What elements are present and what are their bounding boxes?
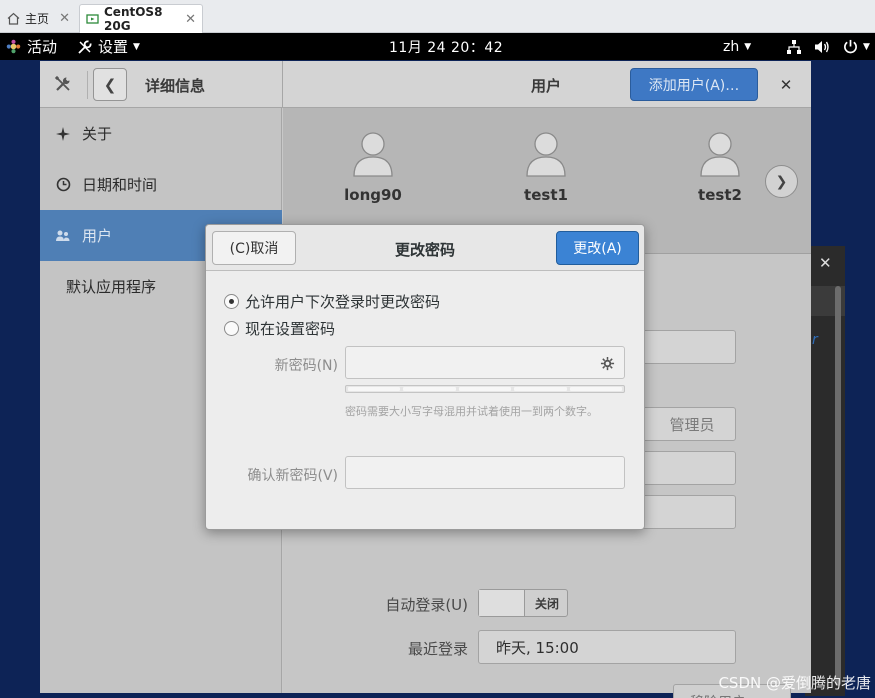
generate-password-gear-icon[interactable] xyxy=(599,355,615,371)
activities-button[interactable]: 活动 xyxy=(6,33,57,60)
chevron-down-icon: ▼ xyxy=(133,41,140,52)
confirm-password-label: 确认新密码(V) xyxy=(247,468,338,484)
new-password-label: 新密码(N) xyxy=(274,358,338,374)
user-name: test1 xyxy=(524,186,568,204)
gnome-top-bar: 活动 设置 ▼ 11月 24 20：42 zh ▼ ▼ xyxy=(0,33,875,60)
toggle-knob xyxy=(479,590,525,616)
volume-icon[interactable] xyxy=(814,33,831,60)
avatar xyxy=(524,130,568,178)
change-password-dialog: (C)取消 更改密码 更改(A) 允许用户下次登录时更改密码 现在设置密码 新密… xyxy=(205,224,645,530)
radio-set-now[interactable]: 现在设置密码 xyxy=(224,318,335,339)
tab-home-label: 主页 xyxy=(25,12,50,26)
radio-allow-change[interactable]: 允许用户下次登录时更改密码 xyxy=(224,291,440,312)
toggle-state: 关闭 xyxy=(534,597,559,611)
chevron-down-icon: ▼ xyxy=(863,41,870,52)
clock-icon xyxy=(54,177,72,192)
tools-icon xyxy=(77,39,93,55)
settings-tools-icon xyxy=(54,75,72,93)
cancel-button[interactable]: (C)取消 xyxy=(212,231,296,265)
lastlogin-button[interactable]: 昨天, 15:00 xyxy=(478,630,736,664)
watermark: CSDN @爱倒腾的老唐 xyxy=(718,674,871,692)
password-hint: 密码需要大小写字母混用并试着使用一到两个数字。 xyxy=(345,405,598,418)
scrollbar[interactable] xyxy=(835,286,841,686)
page-title: 用户 xyxy=(531,77,562,95)
header-separator xyxy=(87,71,88,99)
user-tile-long90[interactable]: long90 xyxy=(333,130,413,204)
sidebar-item-datetime[interactable]: 日期和时间 xyxy=(40,159,282,210)
radio-set-now-label: 现在设置密码 xyxy=(245,320,336,338)
language-indicator[interactable]: zh ▼ xyxy=(723,33,751,60)
sidebar-item-label: 关于 xyxy=(82,125,113,143)
autologin-toggle[interactable]: 关闭 xyxy=(478,589,568,617)
users-icon xyxy=(54,229,72,243)
sidebar-item-label: 默认应用程序 xyxy=(66,278,157,296)
strength-segment xyxy=(348,387,401,391)
clock[interactable]: 11月 24 20：42 xyxy=(389,33,503,60)
add-user-button[interactable]: 添加用户(A)… xyxy=(630,68,758,101)
autologin-label: 自动登录(U) xyxy=(385,596,468,614)
strength-segment xyxy=(514,387,567,391)
radio-allow-label: 允许用户下次登录时更改密码 xyxy=(245,293,441,311)
lastlogin-value: 昨天, 15:00 xyxy=(496,638,579,657)
user-name: test2 xyxy=(698,186,742,204)
header-divider xyxy=(282,61,283,108)
new-password-input[interactable] xyxy=(345,346,625,379)
close-icon: ✕ xyxy=(779,76,793,94)
app-menu-settings[interactable]: 设置 ▼ xyxy=(77,33,140,60)
tab-home-close-icon[interactable]: ✕ xyxy=(59,11,70,26)
close-icon[interactable]: ✕ xyxy=(819,254,832,272)
background-window: ✕ r xyxy=(805,246,845,696)
window-header-bar: ❮ 详细信息 用户 添加用户(A)… ✕ xyxy=(40,61,811,108)
app-menu-label: 设置 xyxy=(98,38,129,56)
avatar xyxy=(351,130,395,178)
change-button[interactable]: 更改(A) xyxy=(556,231,639,265)
activities-label: 活动 xyxy=(27,38,58,56)
sparkle-icon xyxy=(54,126,72,141)
sidebar-item-label: 日期和时间 xyxy=(82,176,158,194)
confirm-password-input[interactable] xyxy=(345,456,625,489)
sidebar-item-label: 用户 xyxy=(82,227,113,245)
tab-centos-close-icon[interactable]: ✕ xyxy=(185,12,196,27)
tab-centos-label: CentOS8 20G xyxy=(104,5,163,33)
network-icon[interactable] xyxy=(786,33,802,60)
chevron-down-icon: ▼ xyxy=(744,41,752,52)
user-name: long90 xyxy=(344,186,402,204)
password-strength-meter xyxy=(345,385,625,393)
language-label: zh xyxy=(723,38,740,55)
next-users-button[interactable]: ❯ xyxy=(765,165,798,198)
sidebar-item-about[interactable]: 关于 xyxy=(40,108,282,159)
tab-home[interactable]: 主页 ✕ xyxy=(0,4,76,33)
back-button[interactable]: ❮ xyxy=(93,68,127,101)
vm-icon xyxy=(86,12,99,26)
power-menu[interactable]: ▼ xyxy=(843,33,870,60)
strength-segment xyxy=(458,387,512,391)
tab-centos[interactable]: CentOS8 20G ✕ xyxy=(79,4,203,33)
window-close-button[interactable]: ✕ xyxy=(774,73,798,97)
user-tile-test1[interactable]: test1 xyxy=(506,130,586,204)
radio-button[interactable] xyxy=(224,321,239,336)
avatar xyxy=(698,130,742,178)
activities-logo-icon xyxy=(6,39,21,54)
user-tile-test2[interactable]: test2 xyxy=(680,130,760,204)
admin-option: 管理员 xyxy=(669,415,715,434)
power-icon xyxy=(843,39,858,54)
radio-button-checked[interactable] xyxy=(224,294,239,309)
background-window-text: r xyxy=(812,332,818,348)
strength-segment xyxy=(569,387,623,391)
home-icon xyxy=(6,12,20,26)
chevron-left-icon: ❮ xyxy=(103,75,117,94)
lastlogin-label: 最近登录 xyxy=(407,640,468,658)
panel-title: 详细信息 xyxy=(145,77,206,95)
dialog-header: (C)取消 更改密码 更改(A) xyxy=(206,225,644,271)
chevron-right-icon: ❯ xyxy=(775,173,788,190)
browser-tab-strip: 主页 ✕ CentOS8 20G ✕ xyxy=(0,0,875,33)
strength-segment xyxy=(403,387,456,391)
